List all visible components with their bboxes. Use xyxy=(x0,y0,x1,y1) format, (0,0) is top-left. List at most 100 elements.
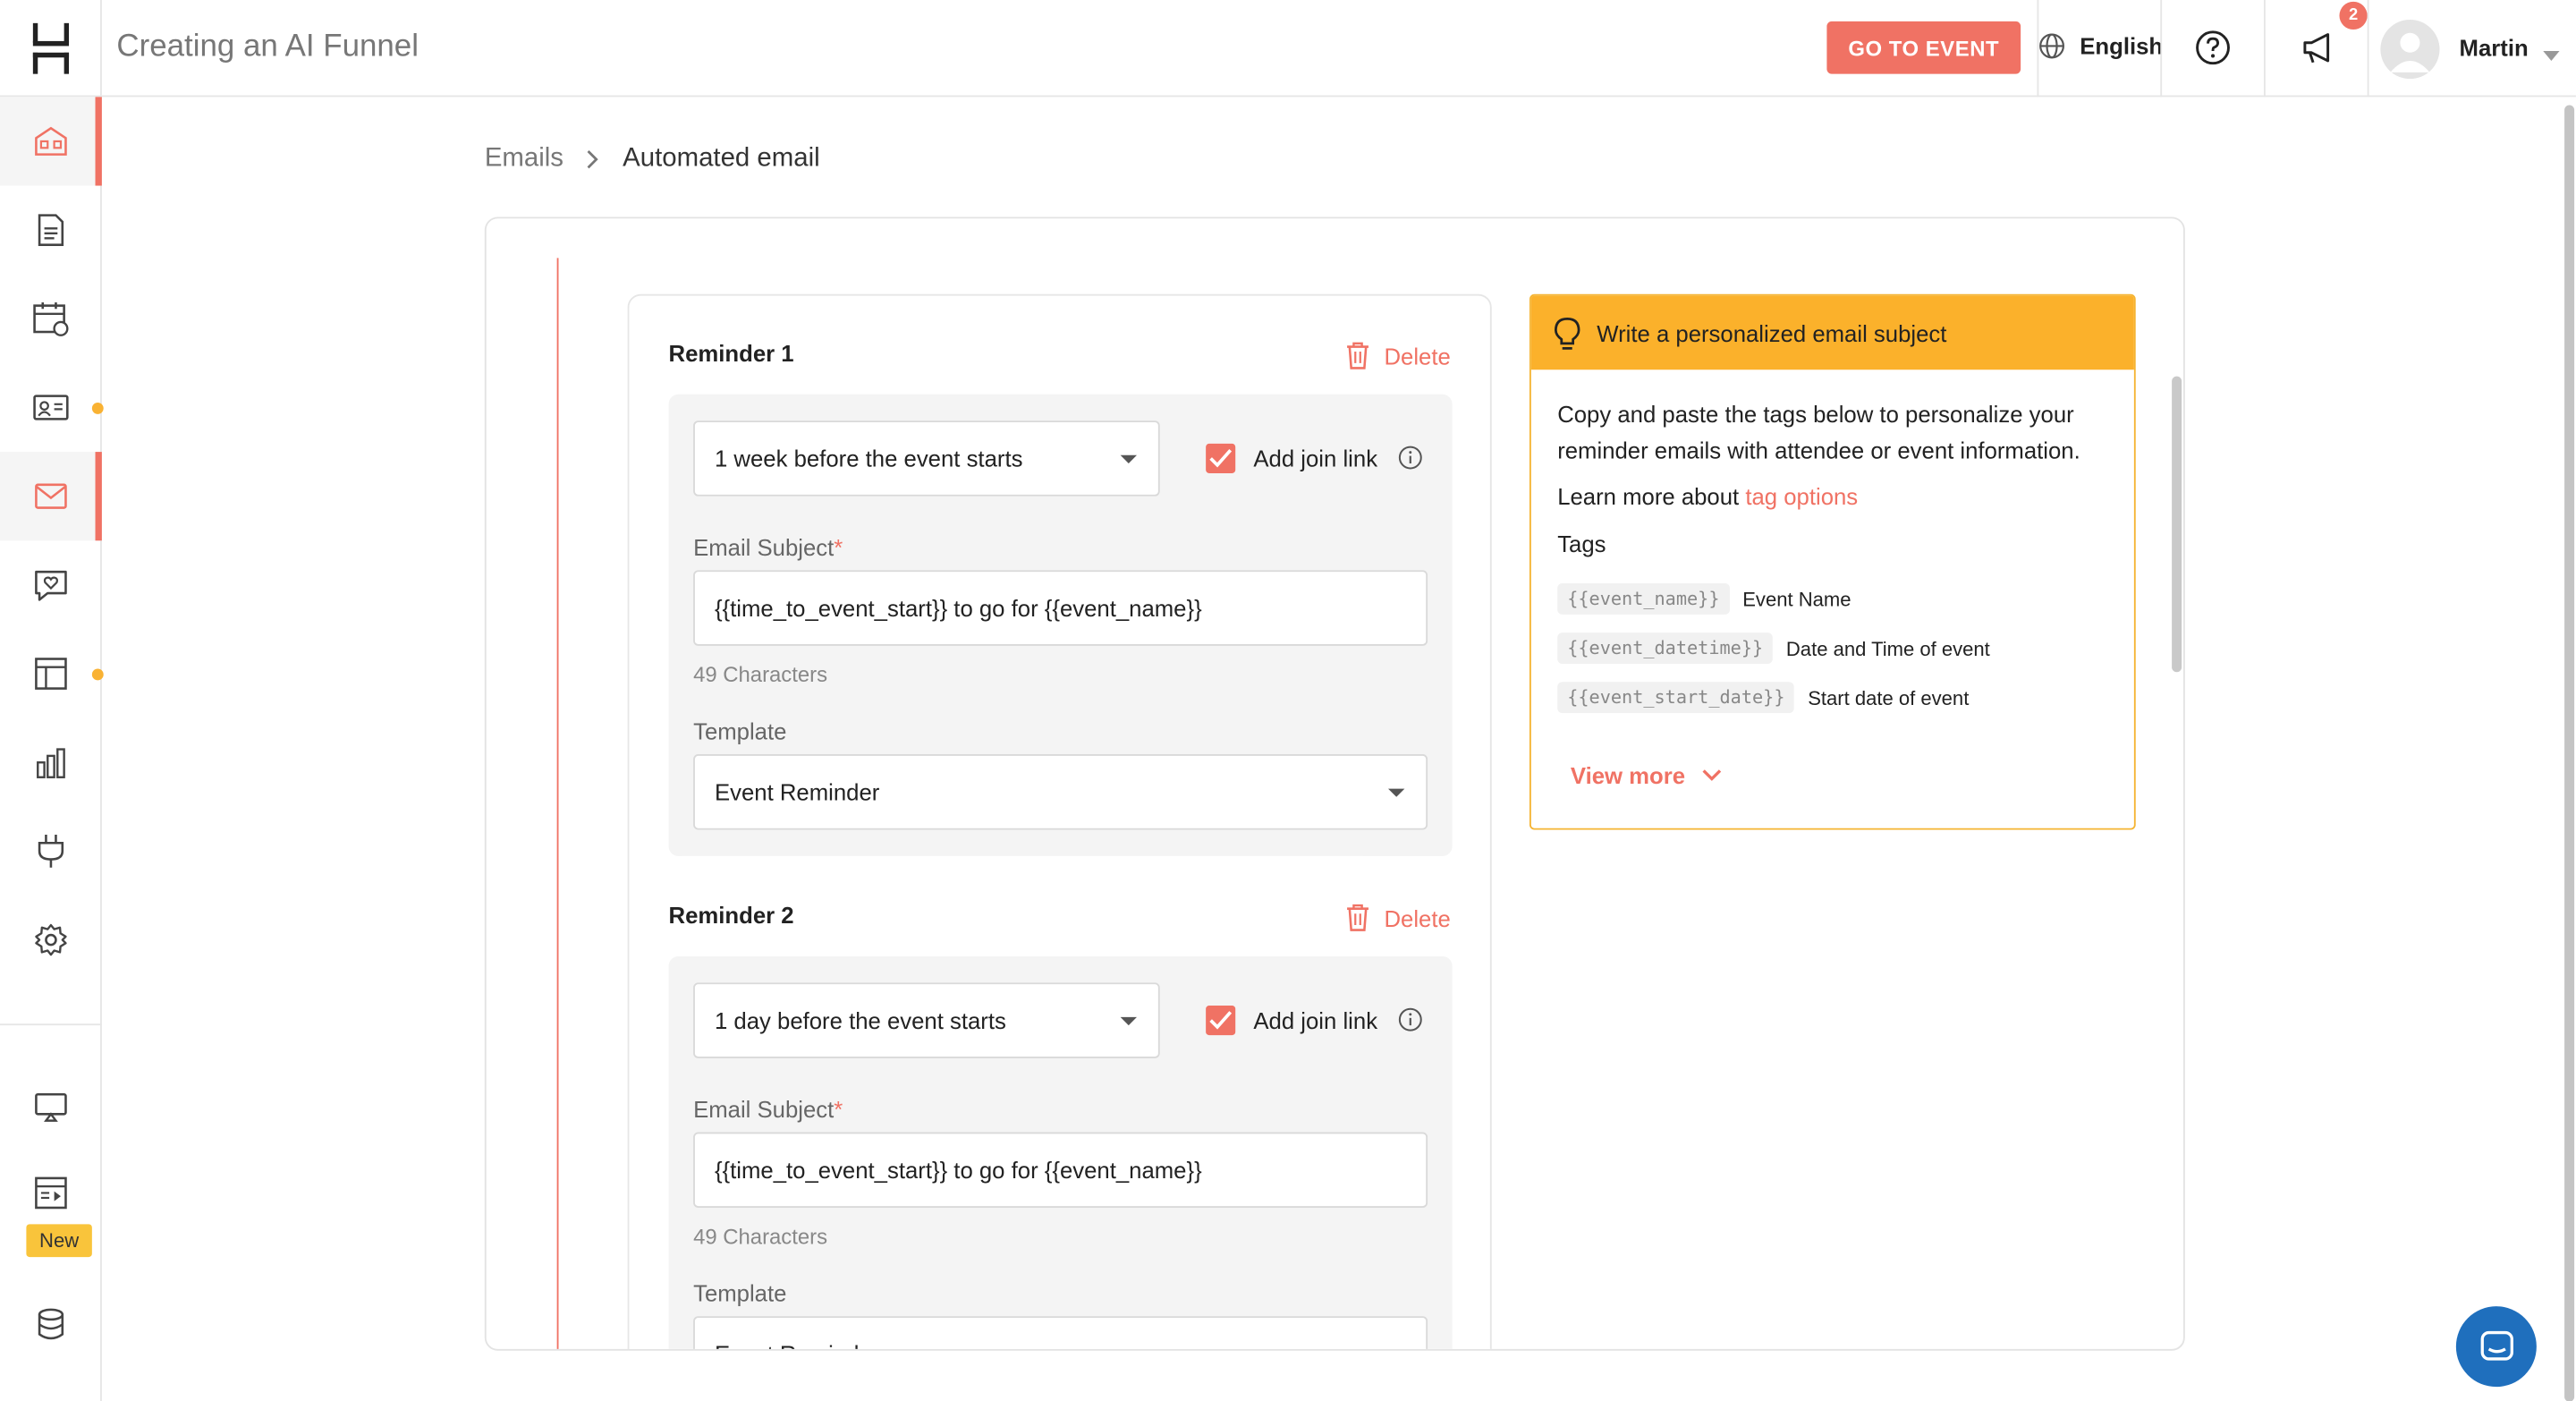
sidebar-item-integrations[interactable] xyxy=(0,807,102,896)
character-count: 49 Characters xyxy=(693,662,828,687)
sidebar-item-engagement[interactable] xyxy=(0,540,102,629)
analytics-icon xyxy=(37,748,65,778)
sidebar-item-attendees[interactable] xyxy=(0,363,104,452)
join-link-label[interactable]: Add join link xyxy=(1253,1007,1377,1033)
tips-card: Write a personalized email subject Copy … xyxy=(1529,293,2136,830)
chevron-down-icon[interactable] xyxy=(2543,41,2560,71)
template-value: Event Reminder xyxy=(714,778,880,805)
template-select[interactable]: Event Reminder xyxy=(693,1316,1428,1349)
delete-label: Delete xyxy=(1384,342,1451,369)
timing-select[interactable]: 1 week before the event starts xyxy=(693,420,1160,497)
join-link-checkbox[interactable] xyxy=(1206,1006,1236,1036)
logo-icon xyxy=(32,22,70,74)
user-icon xyxy=(2390,32,2430,72)
tips-description: Copy and paste the tags below to persona… xyxy=(1557,401,2080,463)
sidebar-item-emails[interactable] xyxy=(0,452,102,541)
email-subject-label: Email Subject* xyxy=(693,1096,843,1123)
sidebar-item-layout[interactable] xyxy=(0,629,104,717)
reminder-card: 1 week before the event starts Add join … xyxy=(668,394,1453,856)
template-label: Template xyxy=(693,717,787,745)
sidebar-divider xyxy=(0,1023,102,1026)
template-label: Template xyxy=(693,1279,787,1307)
delete-reminder-button[interactable]: Delete xyxy=(1344,342,1451,369)
avatar[interactable] xyxy=(2380,20,2440,80)
database-icon xyxy=(38,1308,64,1340)
panel-scrollbar[interactable] xyxy=(2172,376,2182,673)
tag-code[interactable]: {{event_name}} xyxy=(1557,583,1730,615)
template-value: Event Reminder xyxy=(715,1341,879,1349)
tag-code[interactable]: {{event_datetime}} xyxy=(1557,633,1774,665)
tag-row: {{event_name}} Event Name xyxy=(1557,583,1852,615)
plug-icon xyxy=(38,835,64,868)
delete-reminder-button[interactable]: Delete xyxy=(1344,904,1451,931)
notification-dot xyxy=(91,402,104,414)
megaphone-icon[interactable] xyxy=(2300,30,2335,74)
top-bar: Creating an AI Funnel GO TO EVENT Englis… xyxy=(0,0,2576,98)
timing-value: 1 week before the event starts xyxy=(714,445,1023,472)
email-subject-input[interactable]: {{time_to_event_start}} to go for {{even… xyxy=(693,570,1428,646)
join-link-label[interactable]: Add join link xyxy=(1253,446,1377,471)
chat-icon xyxy=(2479,1329,2513,1360)
info-icon[interactable] xyxy=(1398,446,1423,479)
breadcrumb: Emails Automated email xyxy=(485,145,820,174)
attendee-card-icon xyxy=(33,395,69,420)
presentation-icon xyxy=(35,1092,67,1122)
tag-row: {{event_start_date}} Start date of event xyxy=(1557,682,1970,714)
sidebar-item-analytics[interactable] xyxy=(0,718,102,807)
calendar-icon xyxy=(33,301,69,336)
character-count: 49 Characters xyxy=(693,1224,828,1249)
layout-icon xyxy=(35,658,67,690)
chevron-down-icon xyxy=(1702,769,1721,781)
email-subject-value: {{time_to_event_start}} to go for {{even… xyxy=(714,594,1202,622)
delete-label: Delete xyxy=(1384,904,1451,931)
breadcrumb-current: Automated email xyxy=(623,144,820,173)
tag-code[interactable]: {{event_start_date}} xyxy=(1557,682,1795,714)
trash-icon xyxy=(1346,904,1368,931)
view-more-button[interactable]: View more xyxy=(1570,762,1722,789)
join-link-checkbox[interactable] xyxy=(1206,443,1236,473)
chat-support-button[interactable] xyxy=(2455,1306,2537,1388)
sidebar-item-presentation[interactable] xyxy=(0,1063,102,1151)
tag-options-link[interactable]: tag options xyxy=(1745,483,1858,509)
globe-icon xyxy=(2039,33,2064,59)
event-title: Creating an AI Funnel xyxy=(116,30,419,64)
page-scrollbar[interactable] xyxy=(2564,105,2575,1401)
email-icon xyxy=(35,483,67,509)
tags-label: Tags xyxy=(1557,531,1606,557)
settings-icon xyxy=(35,923,67,956)
tips-title: Write a personalized email subject xyxy=(1597,319,1947,346)
email-subject-input[interactable]: {{time_to_event_start}} to go for {{even… xyxy=(693,1132,1428,1208)
help-icon[interactable] xyxy=(2195,30,2231,74)
check-icon xyxy=(1209,449,1233,468)
breadcrumb-emails-link[interactable]: Emails xyxy=(485,145,564,174)
sidebar-item-schedule[interactable] xyxy=(0,275,102,363)
sidebar-item-settings[interactable] xyxy=(0,896,102,984)
tag-description: Date and Time of event xyxy=(1785,636,1990,660)
new-badge: New xyxy=(26,1224,92,1258)
lightbulb-icon xyxy=(1554,317,1580,349)
sidebar-item-details[interactable] xyxy=(0,186,102,275)
tag-description: Start date of event xyxy=(1808,685,1970,709)
sidebar-item-database[interactable] xyxy=(0,1280,102,1369)
chevron-right-icon xyxy=(587,150,598,169)
sidebar-item-home[interactable] xyxy=(0,97,102,186)
app-logo[interactable] xyxy=(0,0,102,98)
video-layout-icon xyxy=(35,1176,67,1210)
caret-down-icon xyxy=(1120,454,1137,463)
email-subject-value: {{time_to_event_start}} to go for {{even… xyxy=(714,1157,1202,1184)
reminder-title: Reminder 1 xyxy=(668,340,794,367)
view-more-label: View more xyxy=(1570,762,1686,789)
notification-dot xyxy=(91,668,104,681)
user-name[interactable]: Martin xyxy=(2460,35,2529,61)
divider xyxy=(2263,0,2266,98)
info-icon[interactable] xyxy=(1398,1007,1423,1040)
template-select[interactable]: Event Reminder xyxy=(693,754,1428,830)
email-settings-panel: Reminder 1 Delete 1 week before the even… xyxy=(484,217,2185,1351)
timing-select[interactable]: 1 day before the event starts xyxy=(693,982,1160,1058)
document-icon xyxy=(38,214,64,246)
reminder-card: 1 day before the event starts Add join l… xyxy=(668,955,1453,1349)
go-to-event-button[interactable]: GO TO EVENT xyxy=(1826,21,2021,74)
language-selector[interactable]: English xyxy=(2038,33,2163,59)
caret-down-icon xyxy=(1388,788,1405,797)
caret-down-icon xyxy=(1120,1016,1137,1026)
